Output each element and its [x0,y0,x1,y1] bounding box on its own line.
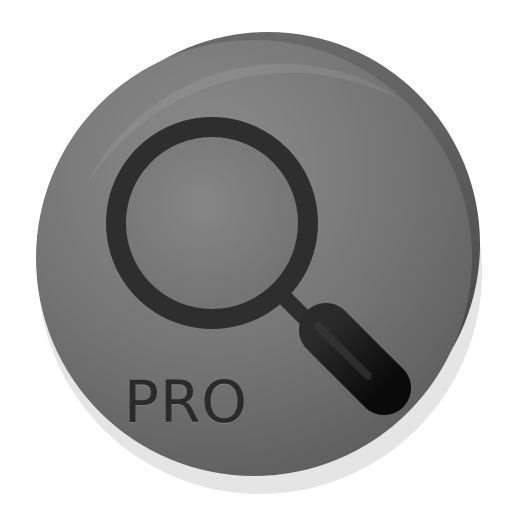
app-icon[interactable]: PRO [0,0,512,512]
pro-label: PRO [124,368,248,436]
